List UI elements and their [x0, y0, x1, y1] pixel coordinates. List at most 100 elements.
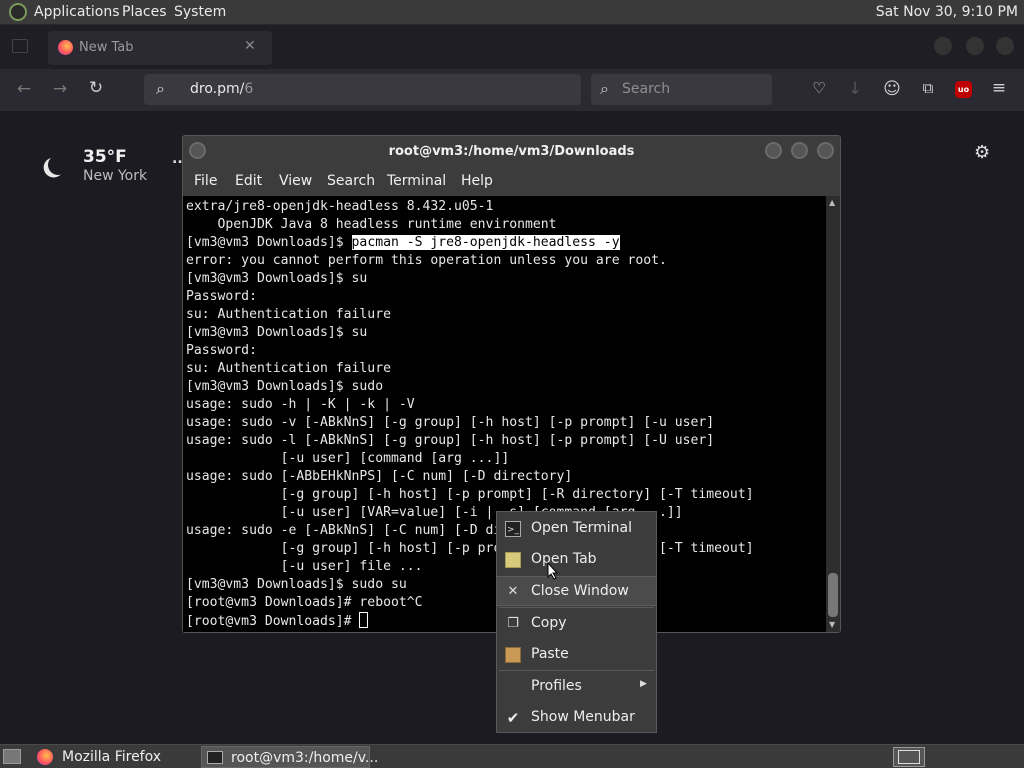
taskbar-terminal-label: root@vm3:/home/v...	[231, 750, 379, 766]
terminal-line: extra/jre8-openjdk-headless 8.432.u05-1	[186, 199, 494, 214]
menu-separator	[499, 670, 654, 671]
terminal-line: Password:	[186, 289, 257, 304]
terminal-line: su: Authentication failure	[186, 361, 391, 376]
terminal-title[interactable]: root@vm3:/home/vm3/Downloads	[183, 136, 840, 168]
terminal-icon: >_	[505, 521, 521, 537]
menu-terminal[interactable]: Terminal	[387, 173, 446, 189]
search-bar[interactable]: ⌕ Search	[591, 74, 772, 105]
applications-menu[interactable]: Applications	[34, 4, 120, 20]
clock[interactable]: Sat Nov 30, 9:10 PM	[876, 4, 1018, 20]
mate-logo-icon[interactable]	[9, 3, 27, 21]
folder-tab-icon	[505, 552, 521, 568]
terminal-line: usage: sudo [-ABbEHkNnPS] [-C num] [-D d…	[186, 469, 573, 484]
menu-item-label: Paste	[531, 646, 569, 662]
menu-item-copy[interactable]: ❐ Copy	[497, 609, 656, 639]
places-menu[interactable]: Places	[122, 4, 167, 20]
show-desktop-icon[interactable]	[3, 749, 21, 764]
terminal-scrollbar[interactable]: ▲ ▼	[826, 196, 840, 632]
scroll-up-arrow-icon[interactable]: ▲	[829, 198, 835, 207]
terminal-minimize-button[interactable]	[765, 142, 782, 159]
downloads-icon[interactable]: ↓	[844, 79, 866, 99]
top-panel: Applications Places System Sat Nov 30, 9…	[0, 0, 1024, 25]
url-text: dro.pm/6	[190, 81, 253, 97]
search-placeholder: Search	[622, 81, 671, 97]
menu-item-show-menubar[interactable]: ✔ Show Menubar	[497, 703, 656, 733]
reload-icon[interactable]: ↻	[85, 78, 107, 98]
menu-item-profiles[interactable]: Profiles ▶	[497, 672, 656, 702]
context-menu: >_ Open Terminal Open Tab ✕ Close Window…	[496, 511, 657, 733]
menu-separator	[499, 607, 654, 608]
weather-temperature: 35°F	[83, 147, 127, 167]
terminal-line: [vm3@vm3 Downloads]$ su	[186, 271, 368, 286]
terminal-line: Password:	[186, 343, 257, 358]
window-maximize-button[interactable]	[966, 37, 984, 55]
weather-moon-icon	[44, 151, 71, 178]
terminal-line: [-g group] [-h host] [-p prompt] [-R dir…	[186, 487, 754, 502]
scroll-down-arrow-icon[interactable]: ▼	[829, 620, 835, 629]
menu-item-open-tab[interactable]: Open Tab	[497, 545, 656, 575]
menu-item-label: Profiles	[531, 678, 582, 694]
terminal-line: [vm3@vm3 Downloads]$ su	[186, 325, 368, 340]
menu-search[interactable]: Search	[327, 173, 375, 189]
terminal-line: error: you cannot perform this operation…	[186, 253, 667, 268]
menu-file[interactable]: File	[194, 173, 217, 189]
taskbar-terminal[interactable]: root@vm3:/home/v...	[201, 746, 378, 768]
back-icon[interactable]: ←	[13, 79, 35, 99]
url-host: dro.pm/	[190, 81, 245, 97]
firefox-icon	[37, 749, 53, 765]
menu-item-label: Show Menubar	[531, 709, 635, 725]
forward-icon[interactable]: →	[49, 79, 71, 99]
terminal-menubar: File Edit View Search Terminal Help	[183, 168, 840, 196]
menu-edit[interactable]: Edit	[235, 173, 262, 189]
workspace-window-thumb	[898, 750, 920, 764]
current-prompt: [root@vm3 Downloads]#	[186, 614, 360, 629]
firefox-view-icon[interactable]	[12, 39, 28, 53]
url-bar[interactable]: ⌕ dro.pm/6	[144, 74, 581, 105]
account-icon[interactable]: ☺	[881, 79, 903, 99]
menu-help[interactable]: Help	[461, 173, 493, 189]
tab-new-tab[interactable]: New Tab ✕	[48, 31, 272, 65]
bottom-panel: Mozilla Firefox root@vm3:/home/v...	[0, 744, 1024, 768]
url-path: 6	[244, 81, 254, 97]
menu-icon[interactable]: ≡	[988, 78, 1010, 98]
menu-item-label: Close Window	[531, 583, 629, 599]
terminal-line: su: Authentication failure	[186, 307, 391, 322]
close-tab-icon[interactable]: ✕	[244, 38, 256, 54]
text-cursor	[359, 612, 369, 628]
search-icon: ⌕	[156, 79, 165, 98]
menu-item-paste[interactable]: Paste	[497, 640, 656, 670]
submenu-arrow-icon: ▶	[640, 679, 647, 689]
terminal-maximize-button[interactable]	[791, 142, 808, 159]
menu-item-label: Copy	[531, 615, 567, 631]
menu-view[interactable]: View	[279, 173, 312, 189]
settings-gear-icon[interactable]: ⚙	[974, 142, 990, 163]
ublock-origin-icon[interactable]: uo	[955, 81, 972, 98]
terminal-line-highlighted: [vm3@vm3 Downloads]$ pacman -S jre8-open…	[186, 234, 826, 252]
tab-title: New Tab	[79, 40, 134, 55]
taskbar-firefox[interactable]: Mozilla Firefox	[32, 746, 194, 768]
menu-item-open-terminal[interactable]: >_ Open Terminal	[497, 514, 656, 544]
terminal-close-button[interactable]	[817, 142, 834, 159]
extensions-icon[interactable]: ⧉	[917, 79, 939, 97]
copy-icon: ❐	[507, 616, 519, 631]
pocket-icon[interactable]: ♡	[808, 79, 830, 97]
window-close-button[interactable]	[996, 37, 1014, 55]
terminal-line: [-u user] [command [arg ...]]	[186, 451, 510, 466]
mouse-cursor-icon	[547, 562, 559, 580]
prompt: [vm3@vm3 Downloads]$	[186, 235, 352, 250]
close-icon: ✕	[507, 584, 519, 599]
weather-location[interactable]: New York	[83, 168, 147, 184]
scrollbar-thumb[interactable]	[828, 573, 838, 617]
terminal-line: [vm3@vm3 Downloads]$ sudo	[186, 379, 384, 394]
menu-item-label: Open Terminal	[531, 520, 633, 536]
system-menu[interactable]: System	[174, 4, 226, 20]
firefox-tab-icon	[58, 40, 73, 55]
terminal-line: usage: sudo -h | -K | -k | -V	[186, 397, 415, 412]
terminal-line: usage: sudo -l [-ABkNnS] [-g group] [-h …	[186, 433, 715, 448]
window-minimize-button[interactable]	[934, 37, 952, 55]
checkmark-icon: ✔	[506, 709, 520, 727]
menu-item-close-window[interactable]: ✕ Close Window	[497, 576, 656, 606]
terminal-line: OpenJDK Java 8 headless runtime environm…	[186, 217, 557, 232]
taskbar-firefox-label: Mozilla Firefox	[62, 749, 162, 765]
search-bar-icon: ⌕	[600, 79, 609, 98]
